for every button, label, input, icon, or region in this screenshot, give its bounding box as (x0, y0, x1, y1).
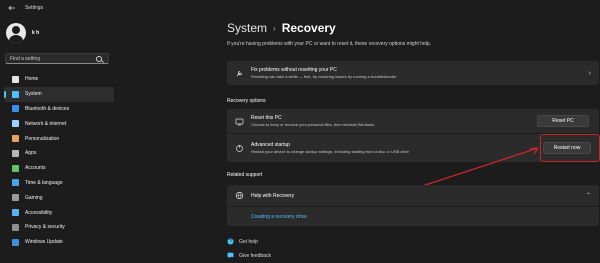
feedback-icon (227, 252, 234, 259)
accounts-icon (12, 164, 19, 172)
breadcrumb-separator: › (273, 23, 276, 33)
sidebar-item-network[interactable]: Network & internet (4, 116, 114, 131)
sidebar-item-system[interactable]: System (4, 86, 114, 102)
bluetooth-icon (12, 105, 19, 113)
fix-problems-text: Fix problems without resetting your PC R… (251, 67, 589, 79)
svg-text:?: ? (229, 239, 232, 245)
sidebar-item-label: Apps (25, 150, 37, 157)
help-with-recovery-text: Help with Recovery (251, 193, 586, 199)
fix-problems-card[interactable]: Fix problems without resetting your PC R… (227, 61, 599, 85)
accessibility-icon (12, 209, 19, 217)
reset-pc-button[interactable]: Reset PC (537, 115, 589, 127)
reset-pc-text: Reset this PC Choose to keep or remove y… (251, 115, 537, 127)
help-with-recovery-title: Help with Recovery (251, 192, 295, 199)
breadcrumb: System › Recovery (227, 21, 336, 35)
sidebar: k h Home System Bluetooth & devices Netw… (0, 16, 118, 263)
sidebar-item-gaming[interactable]: Gaming (4, 190, 114, 205)
sidebar-item-label: Accessibility (25, 209, 53, 216)
nav-list: Home System Bluetooth & devices Network … (0, 72, 118, 250)
user-name: k h (32, 30, 40, 36)
sidebar-item-accounts[interactable]: Accounts (4, 161, 114, 176)
avatar (6, 23, 26, 43)
sidebar-item-accessibility[interactable]: Accessibility (4, 205, 114, 220)
time-language-icon (12, 179, 19, 187)
chevron-up-icon: ⌃ (585, 193, 591, 199)
reset-pc-desc: Choose to keep or remove your personal f… (251, 122, 374, 127)
windows-update-icon (12, 238, 19, 246)
sidebar-item-personalization[interactable]: Personalization (4, 131, 114, 146)
creating-recovery-drive-link[interactable]: Creating a recovery drive (251, 214, 307, 220)
sidebar-item-label: Accounts (25, 165, 46, 172)
back-arrow-icon[interactable] (5, 1, 19, 15)
sidebar-item-privacy[interactable]: Privacy & security (4, 220, 114, 235)
chevron-right-icon: › (588, 69, 591, 77)
sidebar-item-label: System (25, 91, 42, 98)
related-support-heading: Related support (227, 172, 263, 178)
give-feedback-row[interactable]: Give feedback (227, 252, 271, 259)
intro-text: If you're having problems with your PC o… (227, 41, 432, 47)
reset-pc-title: Reset this PC (251, 115, 282, 121)
fix-problems-title: Fix problems without resetting your PC (251, 67, 337, 73)
help-with-recovery-card[interactable]: Help with Recovery ⌃ (227, 185, 599, 206)
globe-icon (235, 191, 244, 200)
window-title: Settings (25, 5, 44, 11)
get-help-row[interactable]: ? Get help (227, 238, 258, 245)
sidebar-item-time-language[interactable]: Time & language (4, 176, 114, 191)
advanced-startup-icon (235, 144, 244, 153)
fix-problems-desc: Resetting can take a while — first, try … (251, 74, 397, 79)
sidebar-item-label: Network & internet (25, 120, 67, 127)
sidebar-item-label: Bluetooth & devices (25, 105, 70, 112)
sidebar-item-apps[interactable]: Apps (4, 146, 114, 161)
help-icon: ? (227, 238, 234, 245)
privacy-icon (12, 223, 19, 231)
breadcrumb-parent[interactable]: System (227, 21, 267, 35)
give-feedback-link[interactable]: Give feedback (239, 253, 271, 259)
sidebar-item-label: Personalization (25, 135, 60, 142)
main-content: System › Recovery If you're having probl… (118, 16, 600, 263)
gaming-icon (12, 194, 19, 202)
apps-icon (12, 149, 19, 157)
sidebar-item-windows-update[interactable]: Windows Update (4, 235, 114, 250)
highlight-box (540, 134, 600, 162)
user-profile[interactable]: k h (6, 20, 118, 46)
sidebar-item-label: Gaming (25, 194, 43, 201)
sidebar-item-home[interactable]: Home (4, 72, 114, 87)
search-icon (96, 55, 102, 62)
sidebar-item-label: Windows Update (25, 239, 63, 246)
reset-pc-card: Reset this PC Choose to keep or remove y… (227, 109, 599, 133)
reset-pc-icon (235, 117, 244, 126)
home-icon (12, 75, 19, 83)
network-icon (12, 120, 19, 128)
search-input[interactable] (6, 55, 94, 62)
sidebar-item-label: Privacy & security (25, 224, 65, 231)
personalization-icon (12, 135, 19, 143)
get-help-link[interactable]: Get help (239, 239, 258, 245)
sidebar-item-label: Time & language (25, 179, 63, 186)
sidebar-item-label: Home (25, 76, 39, 83)
page-title: Recovery (281, 21, 336, 35)
system-icon (12, 90, 19, 98)
wrench-icon (235, 69, 244, 78)
title-bar: Settings (0, 0, 600, 16)
recovery-options-heading: Recovery options (227, 98, 266, 104)
search-box[interactable] (5, 53, 109, 64)
recovery-drive-row: Creating a recovery drive (227, 207, 599, 226)
sidebar-item-bluetooth[interactable]: Bluetooth & devices (4, 102, 114, 117)
